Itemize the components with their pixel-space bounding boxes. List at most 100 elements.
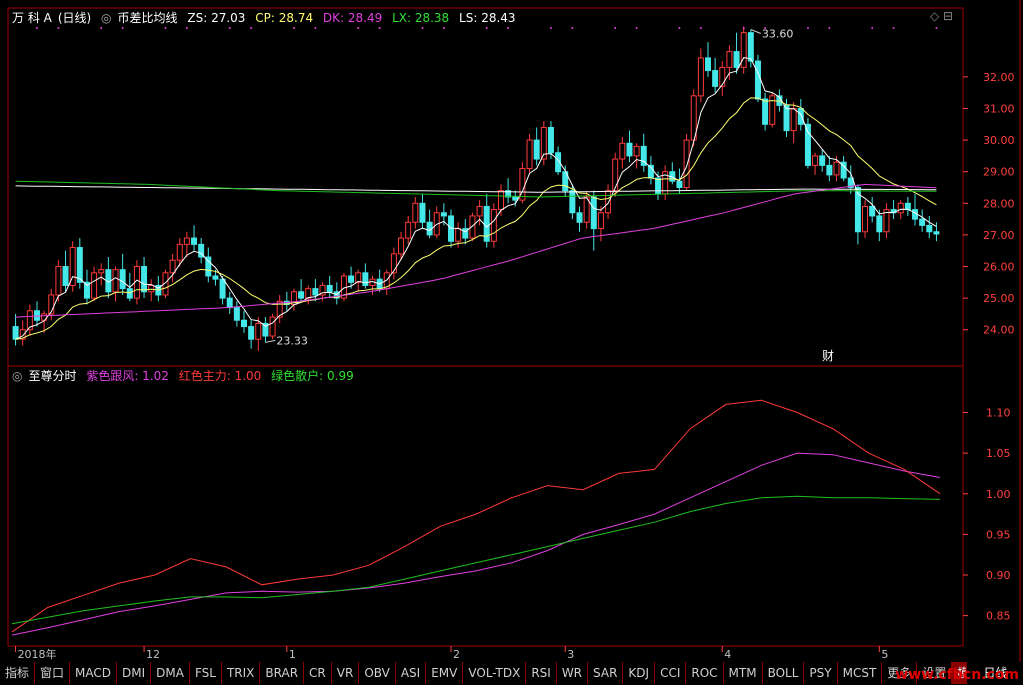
candle[interactable] xyxy=(612,152,619,197)
candle[interactable] xyxy=(12,313,19,346)
indicator-tab[interactable]: OBV xyxy=(359,662,396,684)
indicator-tab[interactable]: WR xyxy=(556,662,589,684)
candle[interactable] xyxy=(362,263,369,289)
candle[interactable] xyxy=(490,203,497,248)
candle[interactable] xyxy=(919,209,926,232)
candle[interactable] xyxy=(869,196,876,223)
candle[interactable] xyxy=(619,136,626,169)
candle[interactable] xyxy=(690,89,697,147)
candle[interactable] xyxy=(248,320,255,349)
candle[interactable] xyxy=(148,279,155,302)
indicator-tab[interactable]: CR xyxy=(304,662,332,684)
candle[interactable] xyxy=(762,92,769,131)
indicator-tab[interactable]: 窗口 xyxy=(35,662,71,684)
indicator-name[interactable]: 币差比均线 xyxy=(118,11,178,25)
indicator-tab[interactable]: MACD xyxy=(70,662,118,684)
candle[interactable] xyxy=(769,92,776,128)
candle[interactable] xyxy=(290,288,297,311)
indicator-tab[interactable]: KDJ xyxy=(623,662,656,684)
candle[interactable] xyxy=(712,57,719,93)
candle[interactable] xyxy=(119,253,126,295)
candle[interactable] xyxy=(862,200,869,239)
candle[interactable] xyxy=(262,317,269,343)
panel-controls[interactable]: ◇ ⊟ xyxy=(930,9,953,23)
candle[interactable] xyxy=(355,269,362,292)
indicator-tab[interactable]: RSI xyxy=(526,662,557,684)
candle[interactable] xyxy=(369,275,376,295)
indicator-tab[interactable]: ASI xyxy=(395,662,427,684)
candle[interactable] xyxy=(98,263,105,286)
candle[interactable] xyxy=(726,45,733,81)
candle[interactable] xyxy=(169,253,176,283)
indicator-tab[interactable]: TRIX xyxy=(221,662,261,684)
candle[interactable] xyxy=(519,162,526,204)
candle[interactable] xyxy=(540,121,547,166)
candle[interactable] xyxy=(590,190,597,251)
candle[interactable] xyxy=(405,215,412,245)
candle[interactable] xyxy=(826,155,833,182)
sub-indicator-icon[interactable]: ◎ xyxy=(12,369,22,383)
candle[interactable] xyxy=(205,247,212,283)
candle[interactable] xyxy=(433,206,440,239)
indicator-tab[interactable]: CCI xyxy=(655,662,687,684)
indicator-tab[interactable]: 指标 xyxy=(0,662,36,684)
candle[interactable] xyxy=(740,26,747,74)
candle[interactable] xyxy=(662,165,669,201)
indicator-tab[interactable]: VR xyxy=(331,662,360,684)
candle[interactable] xyxy=(605,184,612,220)
candle[interactable] xyxy=(76,238,83,289)
candle[interactable] xyxy=(233,301,240,327)
candle[interactable] xyxy=(669,162,676,185)
candle[interactable] xyxy=(33,301,40,327)
candle[interactable] xyxy=(626,130,633,163)
candle[interactable] xyxy=(697,48,704,103)
candle[interactable] xyxy=(812,152,819,175)
candle[interactable] xyxy=(191,225,198,251)
candle[interactable] xyxy=(483,193,490,248)
indicator-tab[interactable]: BOLL xyxy=(762,662,805,684)
indicator-tab[interactable]: ROC xyxy=(686,662,724,684)
candle[interactable] xyxy=(326,275,333,299)
candle[interactable] xyxy=(283,291,290,311)
candle[interactable] xyxy=(804,117,811,169)
candle[interactable] xyxy=(305,285,312,305)
candle[interactable] xyxy=(226,291,233,314)
indicator-tab[interactable]: MCST xyxy=(837,662,883,684)
indicator-tab[interactable]: DMI xyxy=(117,662,152,684)
finance-marker[interactable]: 财 xyxy=(822,349,834,363)
candle[interactable] xyxy=(83,269,90,305)
candle[interactable] xyxy=(105,257,112,299)
indicator-tab[interactable]: VOL-TDX xyxy=(463,662,527,684)
indicator-tab[interactable]: MTM xyxy=(723,662,763,684)
candle[interactable] xyxy=(69,241,76,292)
candle[interactable] xyxy=(183,231,190,258)
candle[interactable] xyxy=(533,127,540,166)
candle[interactable] xyxy=(912,193,919,226)
sub-indicator-name[interactable]: 至尊分时 xyxy=(28,369,76,383)
candle[interactable] xyxy=(91,266,98,302)
indicator-tab[interactable]: PSY xyxy=(804,662,838,684)
indicator-tab[interactable]: EMV xyxy=(426,662,464,684)
candle[interactable] xyxy=(312,279,319,302)
candle[interactable] xyxy=(19,320,26,346)
candle[interactable] xyxy=(505,178,512,204)
candle[interactable] xyxy=(705,42,711,77)
candle[interactable] xyxy=(819,149,826,172)
candle[interactable] xyxy=(412,196,419,229)
indicator-tab[interactable]: FSL xyxy=(189,662,222,684)
candle[interactable] xyxy=(276,294,283,324)
candle[interactable] xyxy=(198,238,205,264)
candle[interactable] xyxy=(426,209,433,239)
candle[interactable] xyxy=(383,269,390,295)
indicator-icon[interactable]: ◎ xyxy=(101,11,111,25)
candle[interactable] xyxy=(526,133,533,175)
candle[interactable] xyxy=(926,215,933,239)
candle[interactable] xyxy=(112,266,119,302)
candle[interactable] xyxy=(141,257,148,299)
candle[interactable] xyxy=(633,143,640,169)
candle[interactable] xyxy=(640,133,647,172)
candle[interactable] xyxy=(904,196,911,216)
candle[interactable] xyxy=(62,250,69,292)
candle[interactable] xyxy=(419,193,426,229)
candle[interactable] xyxy=(26,304,33,337)
